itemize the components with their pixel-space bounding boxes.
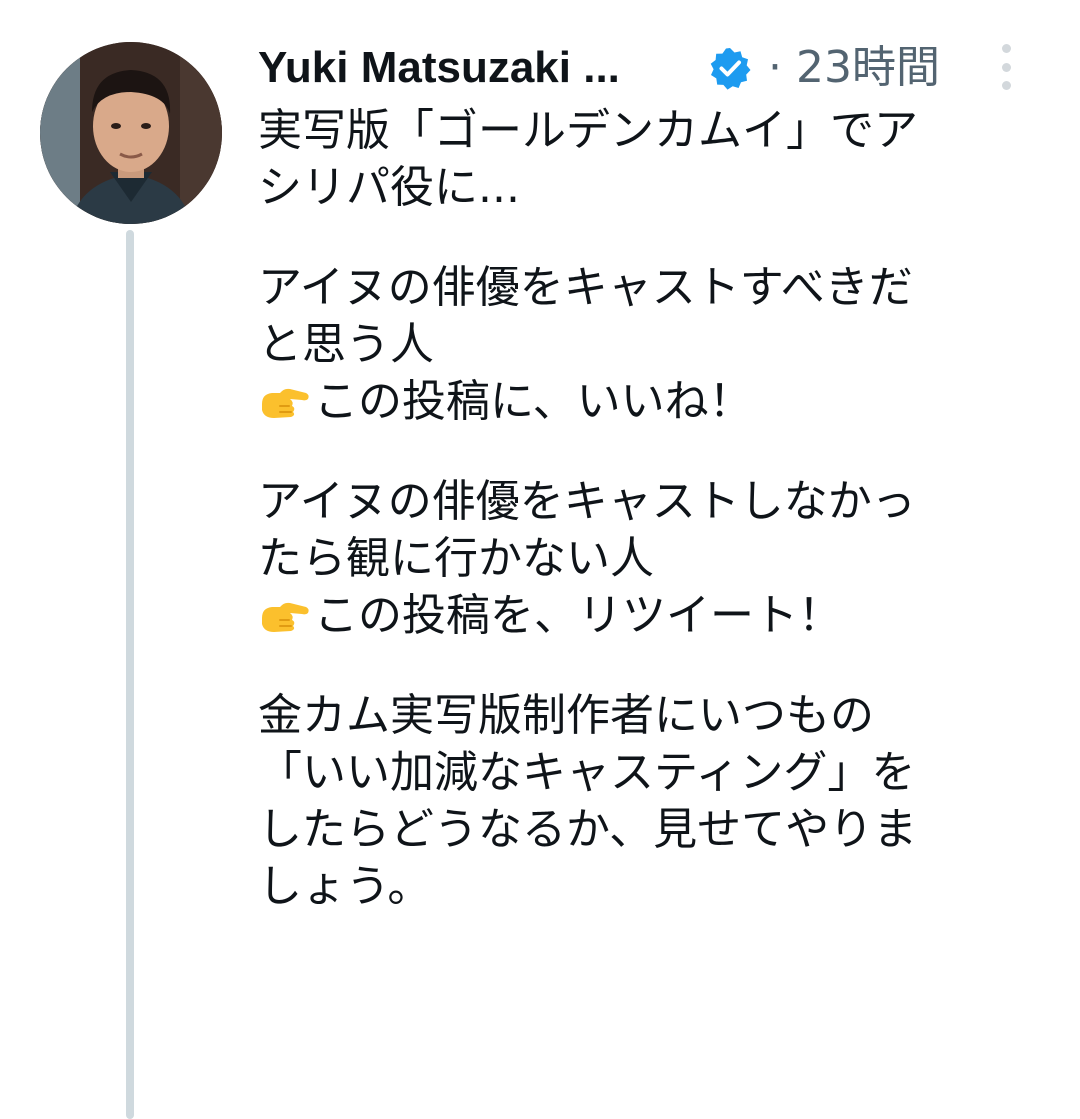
text-line: 金カム実写版制作者にいつもの xyxy=(258,690,874,741)
author-name[interactable]: Yuki Matsuzaki ... xyxy=(258,42,620,94)
more-vertical-icon[interactable] xyxy=(992,44,1020,90)
backhand-index-pointing-right-icon xyxy=(262,602,309,632)
tweet-header: Yuki Matsuzaki ... · 23時間 xyxy=(258,40,1020,96)
text-line: と思う人 xyxy=(258,319,434,370)
text-line: たら観に行かない人 xyxy=(258,533,654,584)
avatar-portrait xyxy=(40,42,222,224)
more-dot xyxy=(1001,44,1011,53)
text-line: したらどうなるか、見せてやりま xyxy=(258,804,918,855)
text-line: アイヌの俳優をキャストしなかっ xyxy=(258,476,916,527)
text-line-with-emoji: この投稿に、いいね！ xyxy=(258,373,1048,430)
text-line-with-emoji: この投稿を、リツイート！ xyxy=(258,587,1048,644)
tweet: Yuki Matsuzaki ... · 23時間 実写版「ゴールデンカムイ」で… xyxy=(0,0,1080,1119)
avatar[interactable] xyxy=(40,42,222,224)
timestamp[interactable]: · 23時間 xyxy=(768,42,940,94)
like-prompt: この投稿に、いいね！ xyxy=(314,376,753,427)
text-line: アイヌの俳優をキャストすべきだ xyxy=(258,262,913,313)
backhand-index-pointing-right-icon xyxy=(262,388,309,418)
text-line: 「いい加減なキャスティング」を xyxy=(258,747,916,798)
more-dot xyxy=(1001,62,1011,72)
verified-badge-icon xyxy=(710,48,751,90)
retweet-prompt: この投稿を、リツイート！ xyxy=(314,590,842,641)
tweet-text: 実写版「ゴールデンカムイ」でア シリパ役に... アイヌの俳優をキャストすべきだ… xyxy=(258,102,1048,915)
text-line: しょう。 xyxy=(258,861,432,912)
thread-line xyxy=(126,230,134,1119)
text-line: 実写版「ゴールデンカムイ」でア xyxy=(258,105,918,156)
more-dot xyxy=(1001,81,1011,90)
text-line: シリパ役に... xyxy=(258,162,520,213)
